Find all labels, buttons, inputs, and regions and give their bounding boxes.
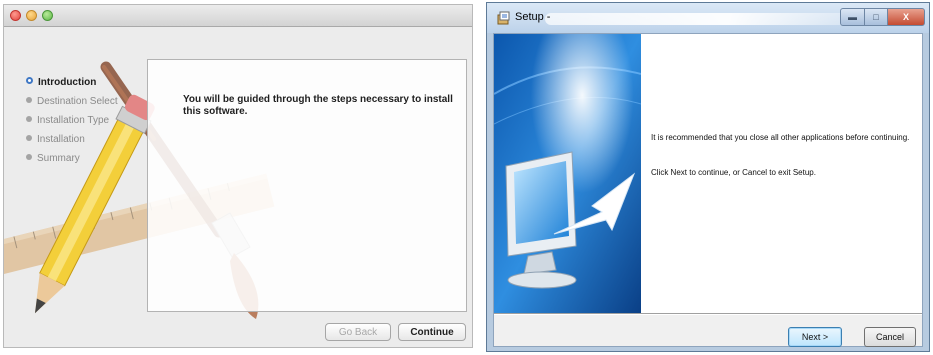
win-close-button[interactable]: X [887, 8, 925, 26]
step-installation-type: Installation Type [26, 111, 118, 130]
next-button[interactable]: Next > [788, 327, 842, 347]
mac-minimize-button[interactable] [26, 10, 37, 21]
step-bullet-icon [26, 135, 32, 141]
win-minimize-button[interactable]: ▬ [840, 8, 865, 26]
step-destination-select: Destination Select [26, 92, 118, 111]
installer-steps-list: Introduction Destination Select Installa… [26, 73, 118, 168]
mac-intro-text: You will be guided through the steps nec… [183, 94, 453, 117]
cancel-button[interactable]: Cancel [864, 327, 916, 347]
win-content-panel: It is recommended that you close all oth… [641, 34, 922, 313]
step-introduction: Introduction [26, 73, 118, 92]
recommendation-text: It is recommended that you close all oth… [651, 133, 910, 142]
mac-zoom-button[interactable] [42, 10, 53, 21]
mac-titlebar [4, 5, 472, 27]
button-divider [494, 313, 922, 315]
win-client-area: It is recommended that you close all oth… [493, 33, 923, 347]
win-titlebar: Setup - ▬ □ X [487, 3, 929, 33]
instruction-text: Click Next to continue, or Cancel to exi… [651, 168, 816, 177]
windows-setup-window: Setup - ▬ □ X It is recommended that you… [486, 2, 930, 352]
monitor-arrow-illustration [494, 34, 641, 313]
win-maximize-button[interactable]: □ [864, 8, 888, 26]
step-bullet-icon [26, 116, 32, 122]
step-summary: Summary [26, 149, 118, 168]
step-bullet-icon [26, 154, 32, 160]
mac-close-button[interactable] [10, 10, 21, 21]
continue-button[interactable]: Continue [398, 323, 466, 341]
mac-installer-window: Introduction Destination Select Installa… [3, 4, 473, 348]
step-bullet-icon [26, 97, 32, 103]
title-glow [545, 13, 850, 25]
step-installation: Installation [26, 130, 118, 149]
setup-app-icon [497, 11, 510, 25]
step-current-icon [26, 77, 33, 84]
mac-content-panel: You will be guided through the steps nec… [147, 59, 467, 312]
win-title: Setup - [515, 11, 551, 23]
go-back-button[interactable]: Go Back [325, 323, 391, 341]
